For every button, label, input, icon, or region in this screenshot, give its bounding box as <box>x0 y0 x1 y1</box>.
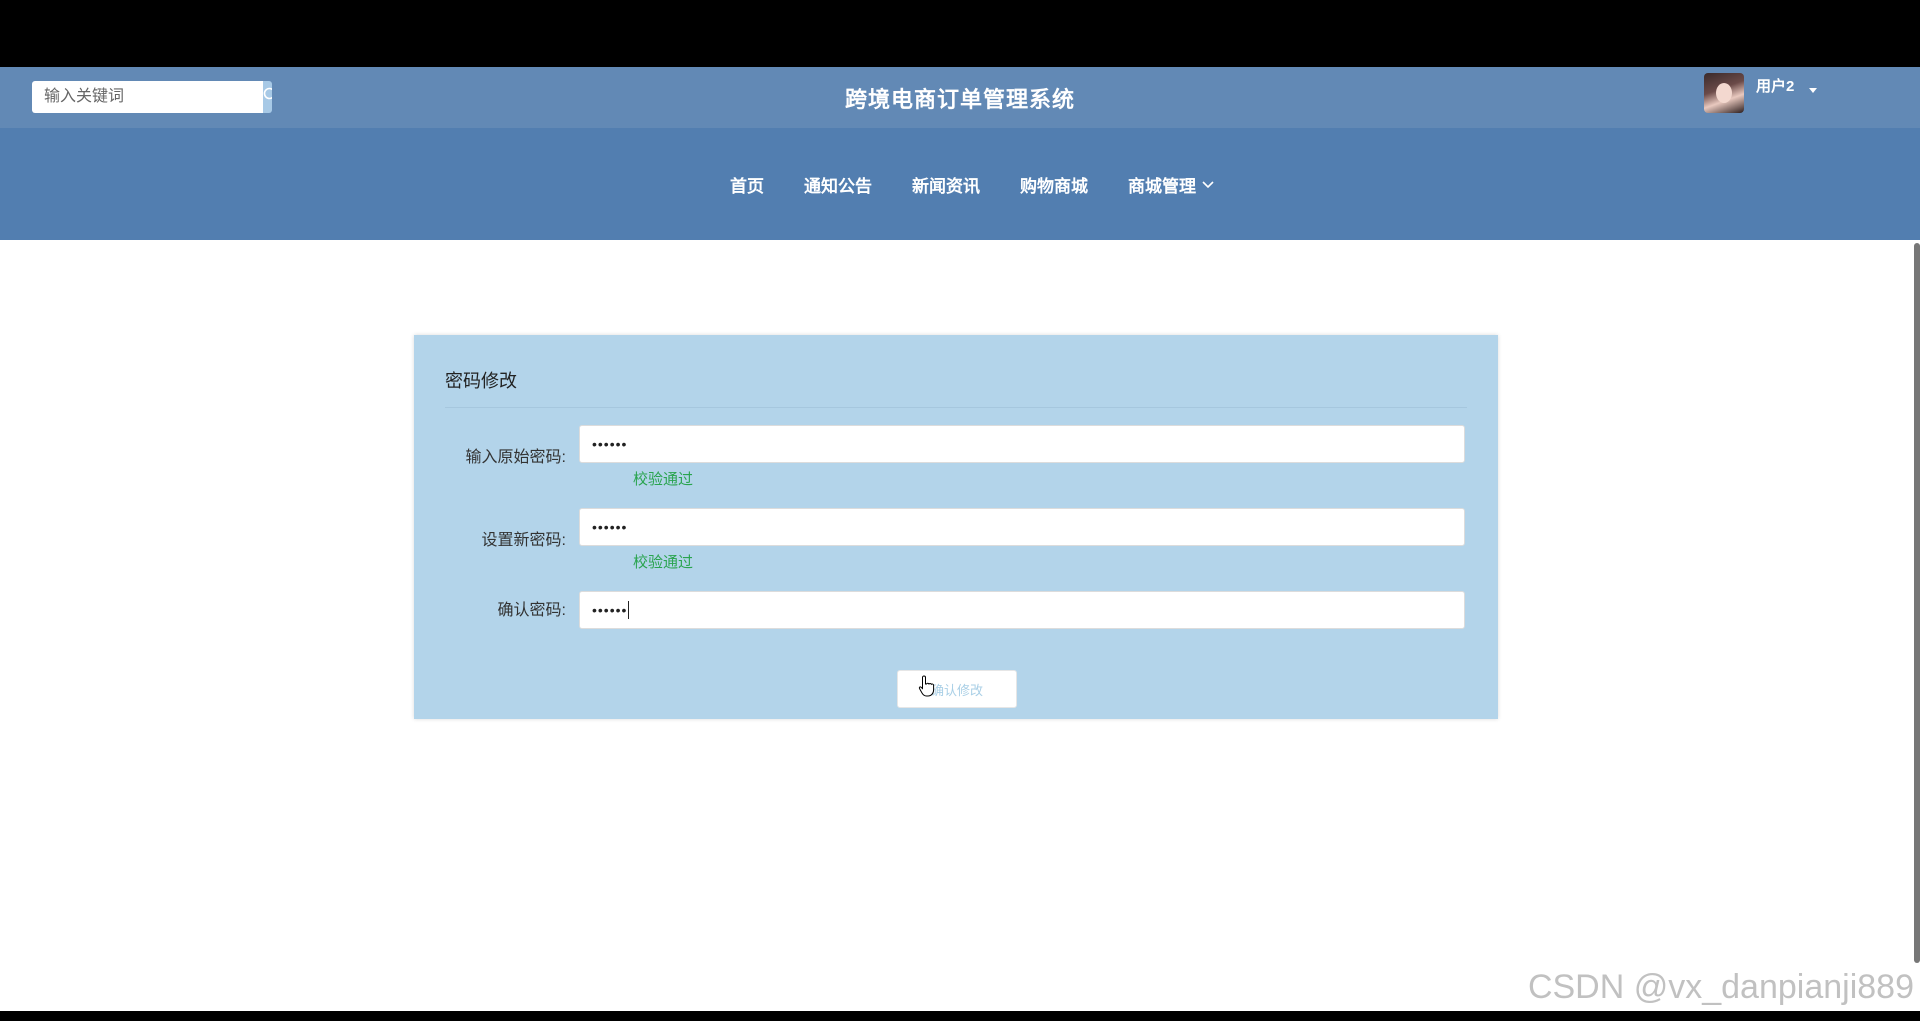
browser-viewport: 跨境电商订单管理系统 用户2 首页 通知公告 新闻资讯 购物商城 商城管理 密码… <box>0 67 1920 1011</box>
new-password-field[interactable]: •••••• <box>579 508 1465 546</box>
confirm-password-label: 确认密码: <box>497 602 566 619</box>
watermark: CSDN @vx_danpianji889 <box>1527 968 1914 1006</box>
confirm-password-value: •••••• <box>592 602 628 618</box>
site-title: 跨境电商订单管理系统 <box>844 87 1075 112</box>
old-password-field[interactable]: •••••• <box>579 425 1465 463</box>
divider <box>445 407 1467 408</box>
nav-item-notices[interactable]: 通知公告 <box>804 172 872 197</box>
confirm-password-field[interactable]: •••••• <box>579 591 1465 629</box>
user-menu[interactable]: 用户2 <box>1704 73 1818 113</box>
nav-item-news[interactable]: 新闻资讯 <box>912 172 980 197</box>
top-header: 跨境电商订单管理系统 用户2 <box>0 67 1920 128</box>
nav-item-shop[interactable]: 购物商城 <box>1020 172 1088 197</box>
new-password-validation: 校验通过 <box>633 554 694 571</box>
panel-title: 密码修改 <box>445 371 517 391</box>
chevron-down-icon <box>1202 174 1214 194</box>
old-password-label: 输入原始密码: <box>465 449 566 466</box>
text-caret <box>628 601 630 619</box>
nav-item-shop-admin[interactable]: 商城管理 <box>1128 172 1214 197</box>
page-scrollbar[interactable] <box>1914 243 1920 963</box>
caret-down-icon[interactable] <box>1808 81 1818 99</box>
nav-menu: 首页 通知公告 新闻资讯 购物商城 商城管理 <box>730 128 1214 240</box>
avatar[interactable] <box>1704 73 1744 113</box>
nav-item-home[interactable]: 首页 <box>730 172 764 197</box>
username[interactable]: 用户2 <box>1756 75 1794 96</box>
old-password-validation: 校验通过 <box>633 471 694 488</box>
confirm-change-button[interactable]: 确认修改 <box>897 670 1017 708</box>
password-change-panel: 密码修改 输入原始密码: •••••• 校验通过 设置新密码: •••••• 校… <box>414 335 1498 719</box>
new-password-label: 设置新密码: <box>481 532 566 549</box>
hand-cursor-icon <box>918 675 936 702</box>
